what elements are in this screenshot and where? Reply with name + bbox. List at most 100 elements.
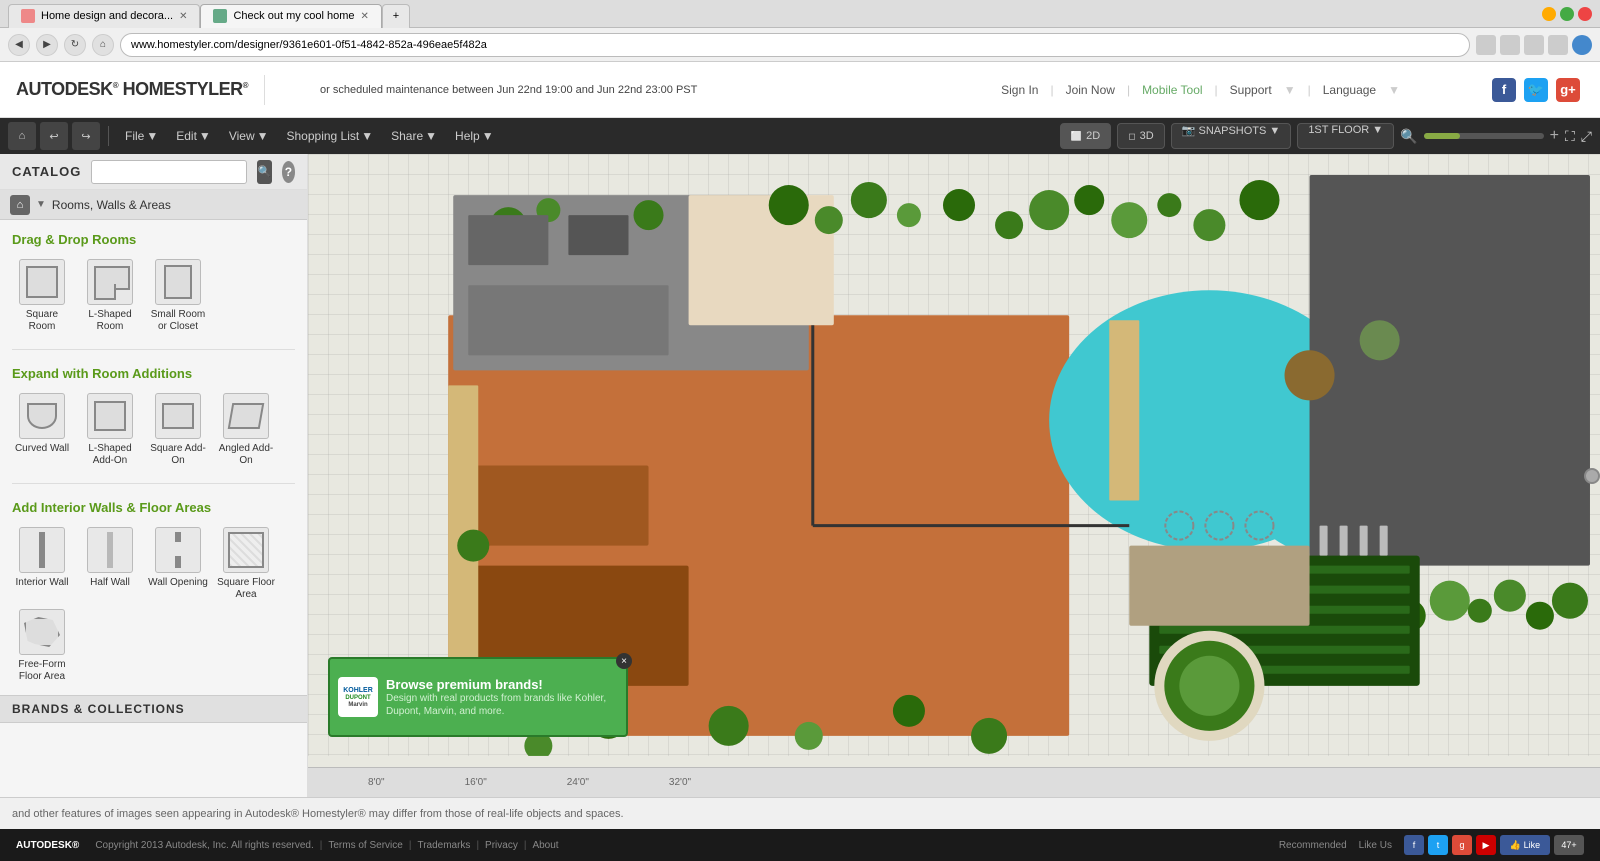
footer-about-link[interactable]: About [532, 840, 558, 851]
forward-btn[interactable]: ▶ [36, 34, 58, 56]
tab-home[interactable]: Home design and decora... ✕ [8, 4, 200, 28]
curved-wall-label: Curved Wall [15, 443, 69, 455]
tab-favicon-active [213, 9, 227, 23]
ad-close-btn[interactable]: × [616, 653, 632, 669]
help-menu[interactable]: Help ▼ [447, 125, 502, 147]
sidebar: CATALOG 🔍 ? ⌂ ▼ Rooms, Walls & Areas Dra… [0, 154, 308, 797]
view-3d-btn[interactable]: ◻ 3D [1117, 123, 1165, 149]
tab-label-home: Home design and decora... [41, 10, 173, 22]
browser-icon-2[interactable] [1500, 35, 1520, 55]
zoom-bar[interactable] [1424, 133, 1544, 139]
home-nav-btn[interactable]: ⌂ [92, 34, 114, 56]
sign-in-link[interactable]: Sign In [1001, 83, 1038, 97]
square-room-icon [19, 259, 65, 305]
angled-add-item[interactable]: Angled Add-On [216, 393, 276, 467]
refresh-btn[interactable]: ↻ [64, 34, 86, 56]
toolbar-redo-icon[interactable]: ↪ [72, 122, 100, 150]
catalog-header: CATALOG 🔍 ? [0, 154, 307, 190]
google-plus-icon[interactable]: g+ [1556, 78, 1580, 102]
square-add-item[interactable]: Square Add-On [148, 393, 208, 467]
language-link[interactable]: Language [1323, 83, 1376, 97]
toolbar-undo-icon[interactable]: ↩ [40, 122, 68, 150]
ad-logo: KOHLERDUPONTMarvin [338, 677, 378, 717]
nav-breadcrumb: ⌂ ▼ Rooms, Walls & Areas [0, 190, 307, 220]
toolbar-home-icon[interactable]: ⌂ [8, 122, 36, 150]
footer-facebook-icon[interactable]: f [1404, 835, 1424, 855]
catalog-title: CATALOG [12, 164, 81, 179]
catalog-search-input[interactable] [91, 160, 247, 184]
brands-header[interactable]: BRANDS & COLLECTIONS [0, 695, 307, 723]
zoom-out-icon[interactable]: 🔍 [1400, 128, 1417, 145]
browser-titlebar: Home design and decora... ✕ Check out my… [0, 0, 1600, 28]
tab-close-home[interactable]: ✕ [179, 11, 187, 22]
search-button[interactable]: 🔍 [257, 160, 271, 184]
browser-icon-5[interactable] [1572, 35, 1592, 55]
facebook-icon[interactable]: f [1492, 78, 1516, 102]
file-menu[interactable]: File ▼ [117, 125, 166, 147]
floor-shape [228, 532, 264, 568]
back-btn[interactable]: ◀ [8, 34, 30, 56]
fullscreen-btn[interactable]: ⛶ [1565, 128, 1575, 145]
interior-grid: Interior Wall Half Wall Wall Opening [12, 527, 295, 609]
help-button[interactable]: ? [282, 161, 295, 183]
l-shaped-room-item[interactable]: L-Shaped Room [80, 259, 140, 333]
footer-privacy-link[interactable]: Privacy [485, 840, 518, 851]
join-now-link[interactable]: Join Now [1066, 83, 1115, 97]
expand-btn[interactable]: ⤢ [1581, 128, 1592, 145]
footer-youtube-icon[interactable]: ▶ [1476, 835, 1496, 855]
minimize-btn[interactable] [1542, 7, 1556, 21]
snapshots-btn[interactable]: 📷 SNAPSHOTS ▼ [1171, 123, 1292, 149]
interior-wall-label: Interior Wall [16, 577, 69, 589]
square-add-label: Square Add-On [148, 443, 208, 467]
divider-2 [12, 483, 295, 484]
view-2d-btn[interactable]: ⬜ 2D [1060, 123, 1111, 149]
support-link[interactable]: Support [1230, 83, 1272, 97]
zoom-in-icon[interactable]: + [1550, 127, 1559, 145]
tab-active[interactable]: Check out my cool home ✕ [200, 4, 381, 28]
status-bar: and other features of images seen appear… [0, 797, 1600, 829]
half-wall-item[interactable]: Half Wall [80, 527, 140, 601]
floor-area-item[interactable]: Square Floor Area [216, 527, 276, 601]
browser-icon-3[interactable] [1524, 35, 1544, 55]
new-tab-btn[interactable]: + [382, 4, 410, 28]
square-room-item[interactable]: Square Room [12, 259, 72, 333]
divider-1 [12, 349, 295, 350]
freeform-item[interactable]: Free-Form Floor Area [12, 609, 72, 683]
mobile-tool-link[interactable]: Mobile Tool [1142, 83, 1202, 97]
interior-wall-item[interactable]: Interior Wall [12, 527, 72, 601]
browser-icon-1[interactable] [1476, 35, 1496, 55]
tab-close-active[interactable]: ✕ [361, 11, 369, 22]
l-shape [94, 266, 126, 298]
brands-title: BRANDS & COLLECTIONS [12, 702, 185, 716]
small-room-item[interactable]: Small Room or Closet [148, 259, 208, 333]
footer-twitter-icon[interactable]: t [1428, 835, 1448, 855]
close-btn[interactable] [1578, 7, 1592, 21]
maximize-btn[interactable] [1560, 7, 1574, 21]
header-links: Sign In | Join Now | Mobile Tool | Suppo… [1001, 83, 1400, 97]
footer-google-icon[interactable]: g [1452, 835, 1472, 855]
footer-trademarks-link[interactable]: Trademarks [417, 840, 470, 851]
browser-icon-4[interactable] [1548, 35, 1568, 55]
shopping-list-menu[interactable]: Shopping List ▼ [279, 125, 382, 147]
share-menu[interactable]: Share ▼ [383, 125, 445, 147]
footer-terms-link[interactable]: Terms of Service [328, 840, 402, 851]
angled-add-label: Angled Add-On [216, 443, 276, 467]
floor-btn[interactable]: 1ST FLOOR ▼ [1297, 123, 1394, 149]
breadcrumb-home-icon[interactable]: ⌂ [10, 195, 30, 215]
address-bar[interactable] [120, 33, 1470, 57]
footer-like-btn[interactable]: 👍 Like [1500, 835, 1550, 855]
curved-wall-item[interactable]: Curved Wall [12, 393, 72, 467]
scroll-handle[interactable] [1584, 468, 1600, 484]
interior-wall-icon [19, 527, 65, 573]
canvas-area[interactable]: × KOHLERDUPONTMarvin Browse premium bran… [308, 154, 1600, 797]
edit-menu[interactable]: Edit ▼ [168, 125, 219, 147]
l-shaped-add-item[interactable]: L-Shaped Add-On [80, 393, 140, 467]
freeform-icon [19, 609, 65, 655]
twitter-icon[interactable]: 🐦 [1524, 78, 1548, 102]
view-menu[interactable]: View ▼ [221, 125, 277, 147]
zoom-slider [1424, 133, 1460, 139]
interior-section: Add Interior Walls & Floor Areas Interio… [0, 488, 307, 695]
freeform-shape [24, 617, 60, 647]
wall-opening-item[interactable]: Wall Opening [148, 527, 208, 601]
ruler-mark-4: 32'0" [669, 777, 691, 788]
